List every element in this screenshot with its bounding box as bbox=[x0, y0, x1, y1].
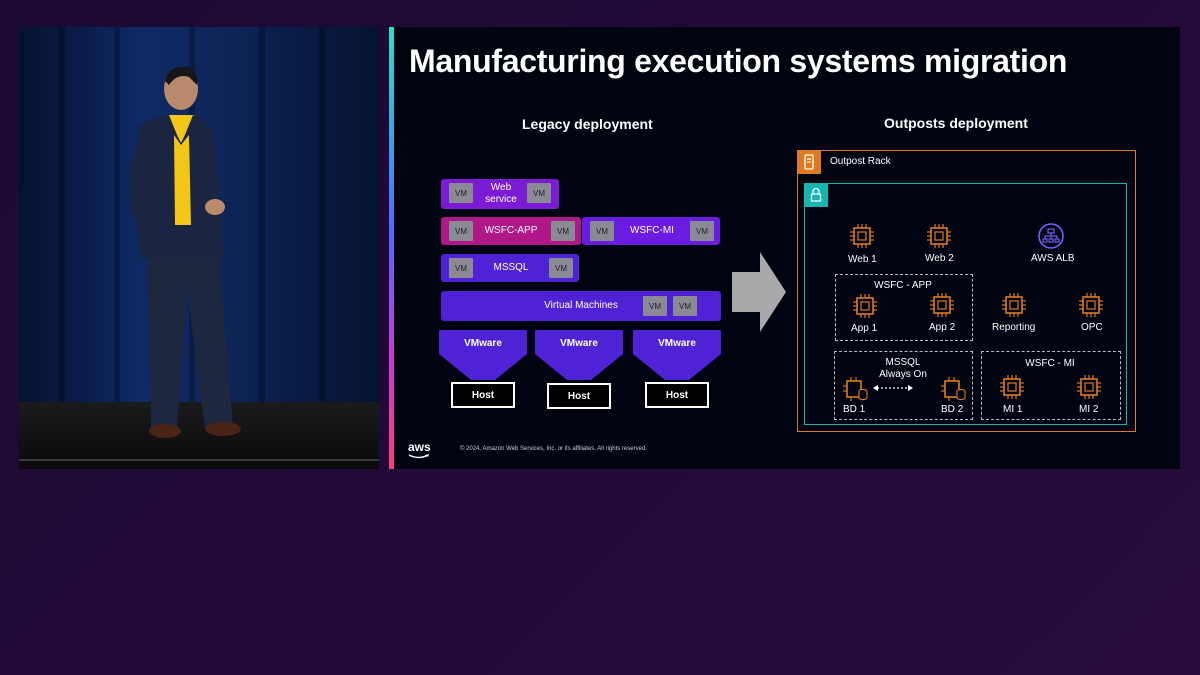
host-box: Host bbox=[451, 382, 515, 408]
slide-accent-bar bbox=[389, 27, 394, 469]
mssql-bar: VM MSSQL VM bbox=[441, 254, 579, 282]
host-box: Host bbox=[547, 383, 611, 409]
ec2-instance-icon bbox=[1000, 375, 1024, 399]
slide-title: Manufacturing execution systems migratio… bbox=[409, 43, 1068, 79]
opc-label: OPC bbox=[1081, 322, 1103, 333]
ec2-instance-icon bbox=[850, 224, 874, 248]
legacy-heading: Legacy deployment bbox=[522, 116, 653, 132]
vm-badge: VM bbox=[449, 258, 473, 278]
reporting-label: Reporting bbox=[992, 322, 1036, 333]
aws-logo: aws bbox=[408, 440, 431, 454]
vmware-label: VMware bbox=[560, 338, 598, 349]
host-box: Host bbox=[645, 382, 709, 408]
web2-label: Web 2 bbox=[925, 253, 954, 264]
vm-badge: VM bbox=[673, 296, 697, 316]
alb-label: AWS ALB bbox=[1031, 253, 1075, 264]
wsfc-mi-group-label: WSFC - MI bbox=[1025, 358, 1075, 369]
wsfc-app-group-label: WSFC - APP bbox=[874, 280, 932, 291]
outpost-icon bbox=[797, 150, 821, 174]
migration-arrow-icon bbox=[732, 252, 786, 332]
virtual-machines-bar: Virtual Machines VM VM bbox=[441, 291, 721, 321]
ec2-instance-icon bbox=[1079, 293, 1103, 317]
mssql-label: MSSQL bbox=[493, 262, 529, 273]
lock-icon bbox=[804, 183, 828, 207]
presentation-slide: Manufacturing execution systems migratio… bbox=[389, 27, 1180, 469]
vm-badge: VM bbox=[690, 221, 714, 241]
vm-badge: VM bbox=[549, 258, 573, 278]
aws-smile-icon bbox=[408, 454, 429, 459]
wsfc-mi-bar: VM WSFC-MI VM bbox=[582, 217, 720, 245]
outpost-rack-label: Outpost Rack bbox=[830, 156, 891, 167]
load-balancer-icon bbox=[1038, 223, 1064, 249]
database-instance-icon bbox=[941, 377, 966, 401]
mi2-label: MI 2 bbox=[1079, 404, 1099, 415]
vm-badge: VM bbox=[449, 221, 473, 241]
vm-badge: VM bbox=[527, 183, 551, 203]
vmware-label: VMware bbox=[658, 338, 696, 349]
wsfc-app-label: WSFC-APP bbox=[484, 225, 538, 236]
mi1-label: MI 1 bbox=[1003, 404, 1023, 415]
app2-label: App 2 bbox=[929, 322, 956, 333]
vm-badge: VM bbox=[551, 221, 575, 241]
app1-label: App 1 bbox=[851, 323, 878, 334]
vm-badge: VM bbox=[449, 183, 473, 203]
stage-video bbox=[19, 27, 379, 469]
ec2-instance-icon bbox=[853, 294, 877, 318]
vm-badge: VM bbox=[643, 296, 667, 316]
web-service-bar: VM Web service VM bbox=[441, 179, 559, 209]
outposts-heading: Outposts deployment bbox=[884, 115, 1028, 131]
database-instance-icon bbox=[843, 377, 868, 401]
ec2-instance-icon bbox=[1077, 375, 1101, 399]
mssql-group-label: MSSQL bbox=[885, 357, 921, 368]
replication-arrow-icon bbox=[873, 385, 913, 391]
bd2-label: BD 2 bbox=[941, 404, 964, 415]
presenter-figure bbox=[129, 66, 241, 438]
copyright-text: © 2024, Amazon Web Services, Inc. or its… bbox=[460, 446, 647, 452]
web-service-label: Web service bbox=[485, 182, 517, 205]
bd1-label: BD 1 bbox=[843, 404, 866, 415]
web1-label: Web 1 bbox=[848, 254, 877, 265]
always-on-label: Always On bbox=[879, 369, 927, 380]
vm-badge: VM bbox=[590, 221, 614, 241]
vmware-label: VMware bbox=[464, 338, 502, 349]
ec2-instance-icon bbox=[927, 224, 951, 248]
wsfc-app-bar: VM WSFC-APP VM bbox=[441, 217, 581, 245]
wsfc-mi-label: WSFC-MI bbox=[630, 225, 674, 236]
ec2-instance-icon bbox=[930, 293, 954, 317]
ec2-instance-icon bbox=[1002, 293, 1026, 317]
